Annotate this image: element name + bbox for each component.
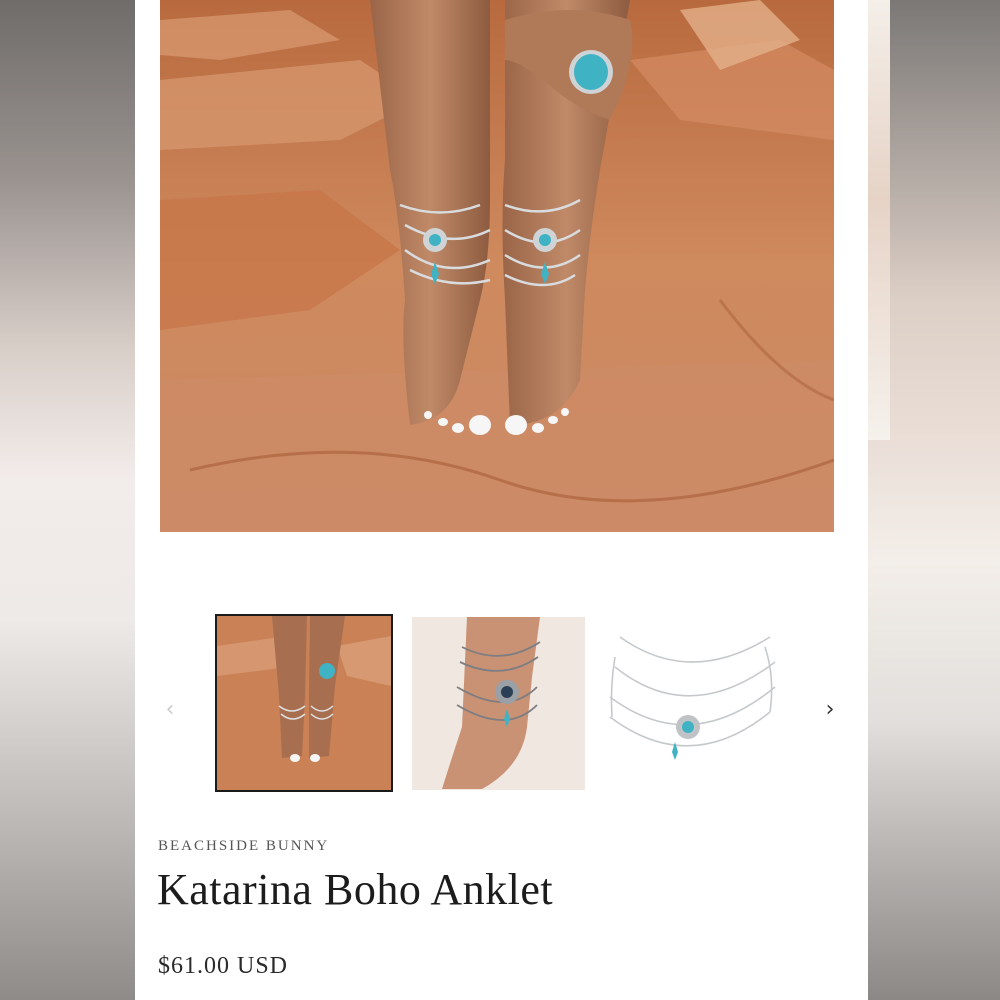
thumbnail-1-selected[interactable] <box>215 614 393 792</box>
chevron-right-icon[interactable]: › <box>820 699 840 721</box>
thumbnail-gallery: ‹ › <box>135 612 868 797</box>
blurred-backdrop-right <box>868 0 1000 1000</box>
product-title: Katarina Boho Anklet <box>157 865 554 914</box>
product-price: $61.00 USD <box>158 953 289 979</box>
next-image-peek <box>868 0 890 440</box>
product-vendor: BEACHSIDE BUNNY <box>158 838 330 854</box>
product-card: ‹ › BEACHSIDE BUNNY Katarina Boho Anklet… <box>135 0 868 1000</box>
thumbnail-3[interactable] <box>600 617 780 790</box>
blurred-backdrop-left <box>0 0 135 1000</box>
main-product-image[interactable] <box>160 0 834 532</box>
chevron-left-icon[interactable]: ‹ <box>160 699 180 721</box>
thumbnail-2[interactable] <box>412 617 585 790</box>
